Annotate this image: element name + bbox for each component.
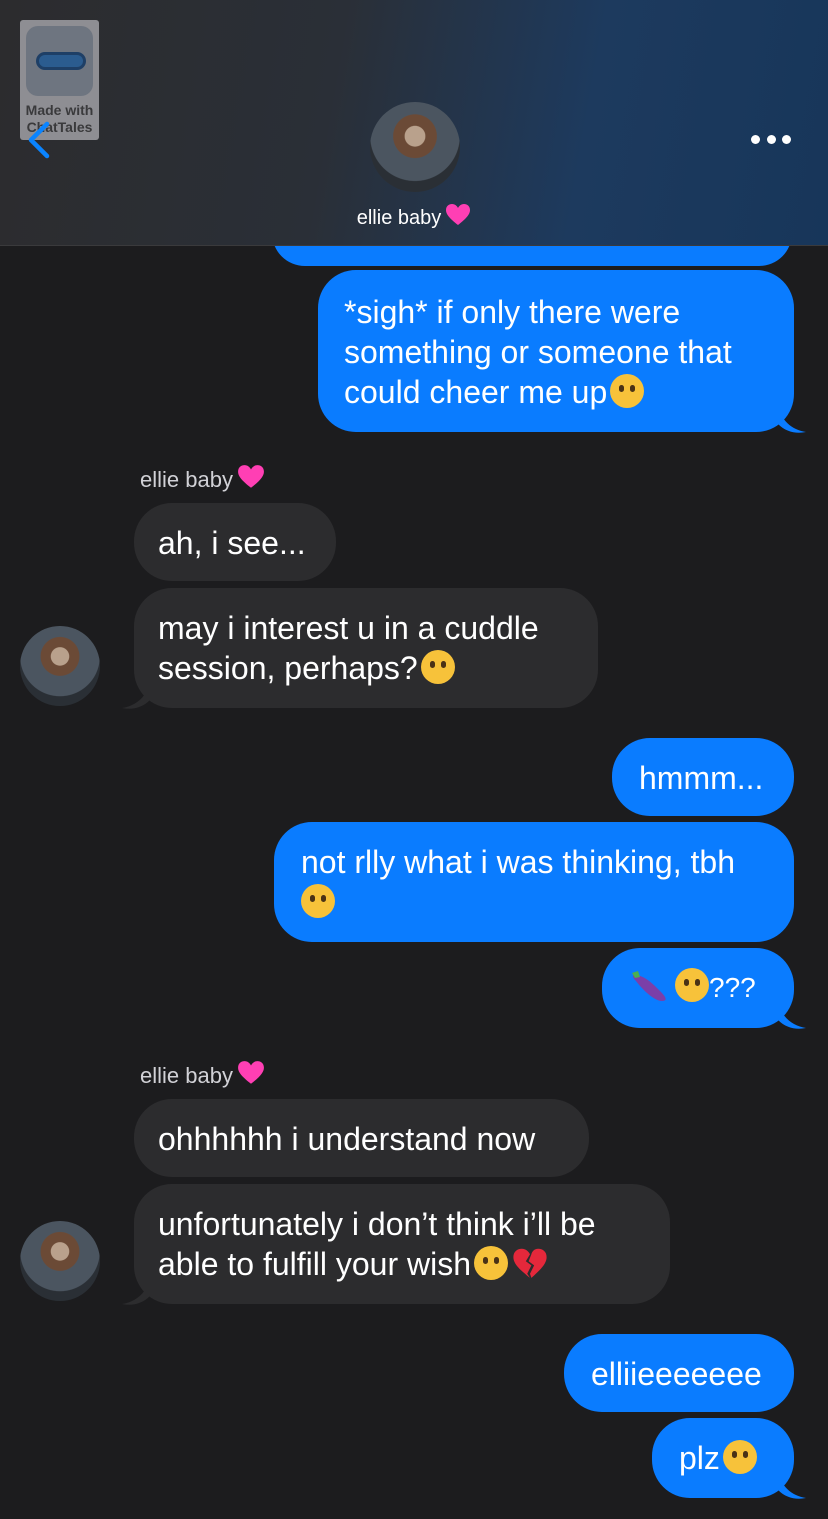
- pensive-face-emoji: [474, 1246, 509, 1280]
- message-text: ???: [709, 972, 756, 1003]
- more-dots-icon: [751, 134, 760, 144]
- pleading-face-emoji: [722, 1440, 757, 1474]
- pink-heart-icon: [238, 1061, 264, 1084]
- message-text: hmmm...: [639, 760, 764, 796]
- bubble-tail: [778, 404, 806, 433]
- chattales-logo-icon: [26, 26, 93, 96]
- message-sent[interactable]: hmmm...: [612, 738, 794, 816]
- more-options-button[interactable]: [748, 122, 794, 156]
- contact-name: ellie baby: [356, 207, 442, 229]
- message-sent[interactable]: plz: [652, 1418, 794, 1498]
- face-with-hands-emoji: [610, 374, 645, 408]
- pink-heart-icon: [238, 465, 264, 488]
- contact-avatar-small[interactable]: [20, 626, 100, 706]
- message-received[interactable]: ohhhhhh i understand now: [134, 1099, 589, 1177]
- message-text: not rlly what i was thinking, tbh: [301, 844, 735, 880]
- contact-avatar[interactable]: [370, 102, 460, 192]
- message-received[interactable]: may i interest u in a cuddle session, pe…: [134, 588, 598, 708]
- message-text: ohhhhhh i understand now: [158, 1121, 536, 1157]
- back-chevron-icon: [28, 121, 50, 159]
- bubble-tail: [122, 1276, 150, 1305]
- back-button[interactable]: [22, 118, 58, 162]
- thinking-face-emoji: [420, 650, 455, 684]
- eggplant-emoji: [632, 971, 666, 1001]
- message-text: may i interest u in a cuddle session, pe…: [158, 610, 539, 686]
- message-text: *sigh* if only there were something or s…: [344, 294, 732, 410]
- message-received[interactable]: ah, i see...: [134, 503, 336, 581]
- bubble-tail: [122, 680, 150, 709]
- message-sent[interactable]: not rlly what i was thinking, tbh: [274, 822, 794, 942]
- message-text: ah, i see...: [158, 525, 306, 561]
- pleading-face-emoji: [675, 968, 709, 1002]
- message-sent[interactable]: elliieeeeeee: [564, 1334, 794, 1412]
- bubble-tail: [778, 1470, 806, 1499]
- bubble-tail: [778, 1000, 806, 1029]
- broken-heart-emoji: [513, 1248, 547, 1278]
- contact-avatar-small[interactable]: [20, 1221, 100, 1301]
- pink-heart-icon: [446, 204, 471, 225]
- contact-name-row[interactable]: ellie baby: [0, 203, 828, 230]
- chat-screen: Made with ChatTales ellie baby *sigh* if…: [0, 0, 828, 1519]
- sender-name: ellie baby: [140, 464, 265, 493]
- message-sent[interactable]: ???: [602, 948, 794, 1028]
- message-sent[interactable]: *sigh* if only there were something or s…: [318, 270, 794, 432]
- watermark-line1: Made with: [25, 102, 94, 118]
- message-received[interactable]: unfortunately i don’t think i’ll be able…: [134, 1184, 670, 1304]
- message-text: plz: [679, 1440, 720, 1476]
- upside-down-face-emoji: [301, 884, 335, 918]
- chat-header: Made with ChatTales ellie baby: [0, 0, 828, 246]
- message-text: elliieeeeeee: [591, 1356, 762, 1392]
- sender-name: ellie baby: [140, 1060, 265, 1089]
